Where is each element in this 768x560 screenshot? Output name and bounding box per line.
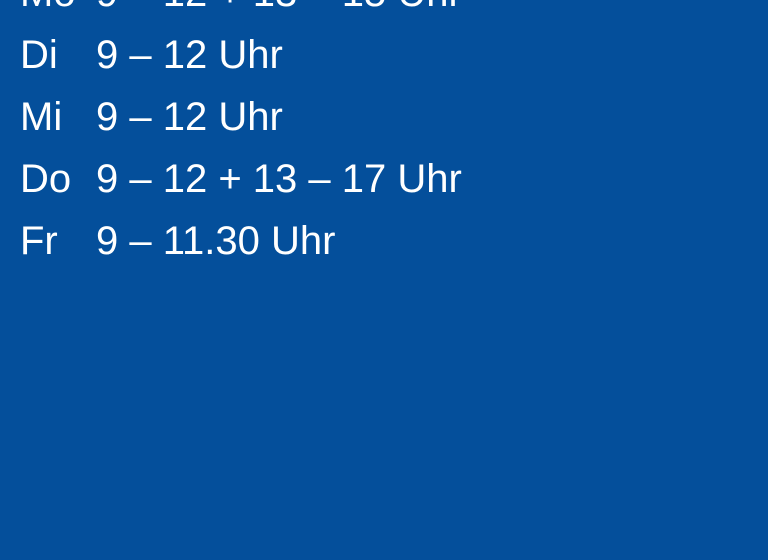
opening-hours-panel: Mo 9 – 12 + 13 – 15 Uhr Di 9 – 12 Uhr Mi… (0, 0, 768, 560)
time-range: 9 – 12 Uhr (96, 95, 283, 139)
opening-hours-row-friday: Fr 9 – 11.30 Uhr (20, 210, 462, 272)
day-label: Fr (20, 219, 58, 263)
opening-hours-row-monday: Mo 9 – 12 + 13 – 15 Uhr (20, 0, 462, 24)
opening-hours-row-wednesday: Mi 9 – 12 Uhr (20, 86, 462, 148)
opening-hours-row-thursday: Do 9 – 12 + 13 – 17 Uhr (20, 148, 462, 210)
time-range: 9 – 12 Uhr (96, 33, 283, 77)
time-range: 9 – 12 + 13 – 17 Uhr (96, 157, 462, 201)
opening-hours-row-tuesday: Di 9 – 12 Uhr (20, 24, 462, 86)
time-range: 9 – 12 + 13 – 15 Uhr (96, 0, 462, 24)
time-range: 9 – 11.30 Uhr (96, 219, 336, 263)
day-label: Mi (20, 95, 63, 139)
day-label: Di (20, 33, 58, 77)
opening-hours-list: Mo 9 – 12 + 13 – 15 Uhr Di 9 – 12 Uhr Mi… (20, 0, 462, 272)
day-label: Mo (20, 0, 96, 24)
day-label: Do (20, 157, 72, 201)
